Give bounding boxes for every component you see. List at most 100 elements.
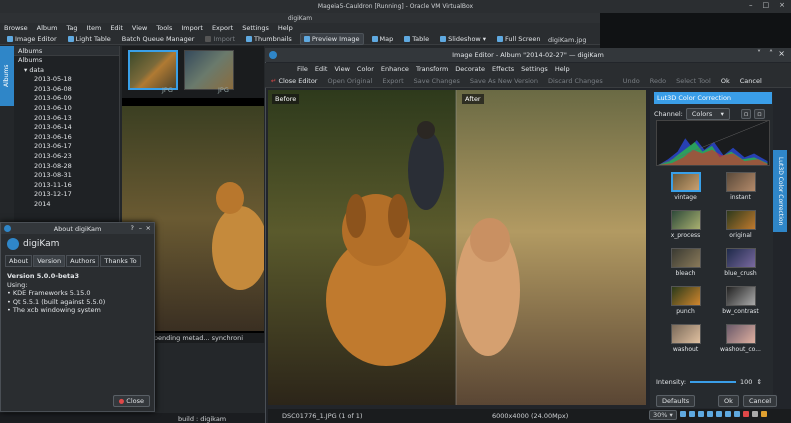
album-tree-item[interactable]: 2013-11-16 [14, 181, 119, 191]
album-tree-item[interactable]: Albums [14, 56, 119, 66]
menu-settings[interactable]: Settings [242, 24, 269, 32]
color-manage-icon[interactable] [761, 411, 767, 417]
underexposure-icon[interactable] [743, 411, 749, 417]
channel-select[interactable]: Colors ▾ [685, 108, 730, 120]
zoom-out-icon[interactable] [698, 411, 704, 417]
split-vertical-icon[interactable] [716, 411, 722, 417]
thumbnail-dog-2[interactable] [184, 50, 234, 90]
filter-original[interactable]: original [713, 210, 768, 239]
close-editor-button[interactable]: ↵ Close Editor [271, 77, 317, 85]
about-close-button[interactable]: ● Close [112, 395, 150, 407]
defaults-button[interactable]: Defaults [656, 395, 696, 407]
thumbnail-dog-1[interactable] [128, 50, 178, 90]
split-horizontal-icon[interactable] [725, 411, 731, 417]
filter-washout-color[interactable]: washout_co... [713, 324, 768, 353]
album-tree-item[interactable]: 2013-06-14 [14, 123, 119, 133]
save-changes-button[interactable]: Save Changes [414, 77, 460, 85]
editor-menu-transform[interactable]: Transform [416, 65, 448, 73]
light-table-button[interactable]: Light Table [65, 34, 114, 44]
editor-ok-button[interactable]: Ok [721, 77, 730, 85]
open-original-button[interactable]: Open Original [327, 77, 372, 85]
editor-menu-file[interactable]: File [297, 65, 308, 73]
menu-tag[interactable]: Tag [67, 24, 78, 32]
tool-ok-button[interactable]: Ok [718, 395, 739, 407]
album-tree-item[interactable]: 2013-05-18 [14, 75, 119, 85]
redo-button[interactable]: Redo [650, 77, 666, 85]
filter-instant[interactable]: instant [713, 172, 768, 201]
select-tool-button[interactable]: Select Tool [676, 77, 711, 85]
menu-item[interactable]: Item [87, 24, 102, 32]
stepper-icon[interactable]: ⇕ [756, 378, 761, 386]
preview-image-button[interactable]: Preview Image [299, 32, 364, 45]
help-icon[interactable]: ? [131, 224, 134, 232]
log-scale-button[interactable]: ▫ [754, 109, 765, 119]
filter-washout[interactable]: washout [658, 324, 713, 353]
full-screen-button[interactable]: Full Screen [494, 34, 544, 44]
minimize-icon[interactable]: ˅ [757, 49, 761, 58]
album-tree-item[interactable]: 2013-06-08 [14, 85, 119, 95]
import-button[interactable]: Import [202, 34, 238, 44]
host-maximize-button[interactable]: □ [763, 1, 770, 9]
thumbnails-button[interactable]: Thumbnails [243, 34, 295, 44]
editor-menu-decorate[interactable]: Decorate [455, 65, 485, 73]
album-tree-item[interactable]: 2013-06-09 [14, 94, 119, 104]
tab-authors[interactable]: Authors [66, 255, 100, 267]
batch-queue-button[interactable]: Batch Queue Manager [119, 34, 198, 44]
album-tree-item[interactable]: 2013-08-31 [14, 171, 119, 181]
editor-cancel-button[interactable]: Cancel [740, 77, 762, 85]
menu-view[interactable]: View [132, 24, 147, 32]
discard-changes-button[interactable]: Discard Changes [548, 77, 603, 85]
menu-help[interactable]: Help [278, 24, 293, 32]
album-tree-item[interactable]: 2013-06-16 [14, 133, 119, 143]
host-minimize-button[interactable]: – [749, 1, 753, 9]
filter-vintage[interactable]: vintage [658, 172, 713, 201]
editor-menu-settings[interactable]: Settings [521, 65, 548, 73]
menu-browse[interactable]: Browse [4, 24, 28, 32]
menu-edit[interactable]: Edit [110, 24, 123, 32]
filter-x-process[interactable]: x_process [658, 210, 713, 239]
slideshow-button[interactable]: Slideshow ▾ [437, 34, 489, 44]
tab-thanks-to[interactable]: Thanks To [100, 255, 141, 267]
album-tree-item[interactable]: ▾ data [14, 66, 119, 76]
album-tree-item[interactable]: 2013-08-28 [14, 162, 119, 172]
export-button[interactable]: Export [382, 77, 403, 85]
menu-export[interactable]: Export [212, 24, 233, 32]
editor-menu-effects[interactable]: Effects [492, 65, 514, 73]
zoom-select[interactable]: 30% ▾ [649, 410, 677, 420]
before-after-canvas[interactable]: Before After [268, 90, 646, 405]
before-after-icon[interactable] [707, 411, 713, 417]
album-tree-item[interactable]: 2013-06-23 [14, 152, 119, 162]
host-close-button[interactable]: × [779, 1, 785, 9]
compare-icon[interactable] [734, 411, 740, 417]
save-as-new-version-button[interactable]: Save As New Version [470, 77, 538, 85]
intensity-slider[interactable] [690, 381, 737, 383]
minimize-icon[interactable]: – [139, 224, 142, 232]
maximize-icon[interactable]: ˄ [769, 49, 773, 58]
image-editor-button[interactable]: Image Editor [4, 34, 60, 44]
close-icon[interactable]: × [146, 224, 151, 232]
undo-button[interactable]: Undo [623, 77, 640, 85]
linear-scale-button[interactable]: ▫ [740, 109, 752, 119]
overexposure-icon[interactable] [752, 411, 758, 417]
menu-import[interactable]: Import [181, 24, 203, 32]
editor-menu-view[interactable]: View [334, 65, 349, 73]
tab-about[interactable]: About [5, 255, 33, 267]
editor-menu-edit[interactable]: Edit [315, 65, 328, 73]
table-button[interactable]: Table [401, 34, 432, 44]
filter-bleach[interactable]: bleach [658, 248, 713, 277]
tab-version[interactable]: Version [33, 255, 66, 267]
album-tree-item[interactable]: 2013-06-10 [14, 104, 119, 114]
editor-menu-color[interactable]: Color [357, 65, 374, 73]
filter-bw-contrast[interactable]: bw_contrast [713, 286, 768, 315]
tool-cancel-button[interactable]: Cancel [743, 395, 778, 407]
filter-blue-crush[interactable]: blue_crush [713, 248, 768, 277]
album-tree-item[interactable]: 2014 [14, 200, 119, 210]
close-icon[interactable]: × [778, 49, 785, 58]
zoom-in-icon[interactable] [689, 411, 695, 417]
filter-punch[interactable]: punch [658, 286, 713, 315]
editor-menu-help[interactable]: Help [555, 65, 570, 73]
album-tree-item[interactable]: 2013-06-17 [14, 142, 119, 152]
map-button[interactable]: Map [369, 34, 397, 44]
album-tree-item[interactable]: 2013-12-17 [14, 190, 119, 200]
menu-tools[interactable]: Tools [156, 24, 172, 32]
